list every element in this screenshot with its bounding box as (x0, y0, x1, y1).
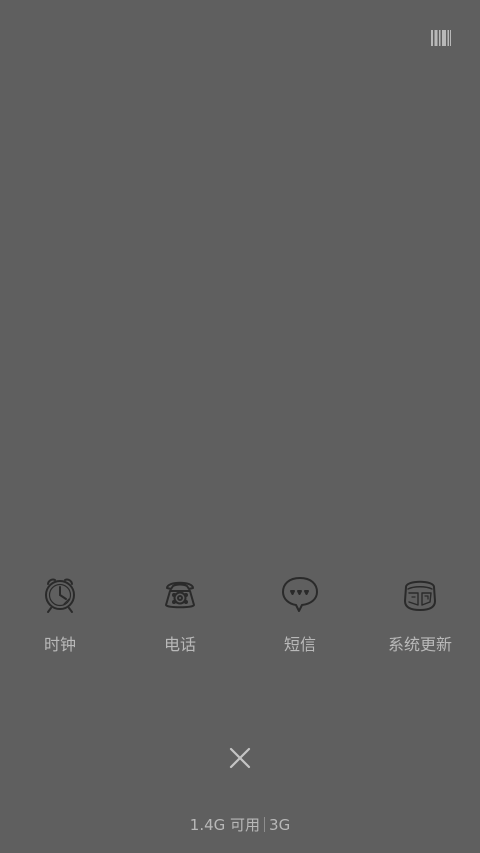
app-label-clock: 时钟 (43, 635, 76, 654)
update-icon (404, 580, 436, 611)
app-label-phone: 电话 (163, 635, 196, 654)
recent-apps-row: 时钟 电话 短信 系统更新 (0, 569, 480, 669)
barcode-icon[interactable] (431, 29, 451, 47)
app-label-messages: 短信 (283, 635, 316, 654)
app-messages[interactable]: 短信 (240, 569, 360, 669)
app-label-system-update: 系统更新 (387, 635, 452, 654)
close-icon[interactable] (222, 740, 258, 776)
app-phone[interactable]: 电话 (120, 569, 240, 669)
memory-available: 1.4G 可用 (189, 816, 261, 834)
network-type: 3G (269, 816, 291, 834)
alarm-clock-icon (45, 578, 75, 613)
app-clock[interactable]: 时钟 (0, 569, 120, 669)
memory-status: 1.4G 可用 3G (0, 814, 480, 836)
rotary-phone-icon (165, 581, 195, 609)
memory-divider (264, 817, 266, 832)
app-system-update[interactable]: 系统更新 (360, 569, 480, 669)
chat-bubble-icon (282, 577, 318, 612)
